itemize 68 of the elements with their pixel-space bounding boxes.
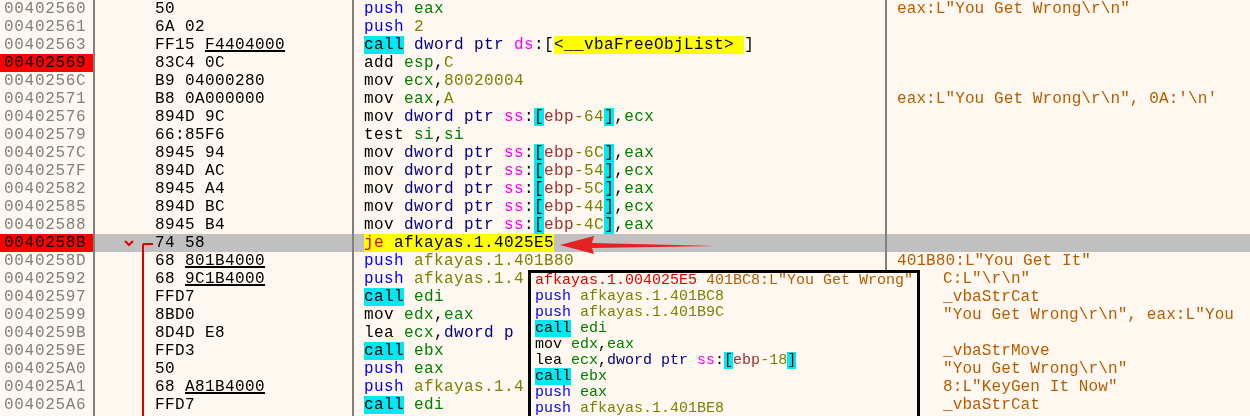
bytes-text: 894D 9C bbox=[155, 108, 225, 126]
comment-text: _vbaStrCat bbox=[943, 288, 1040, 306]
bytes-text: 50 bbox=[155, 0, 175, 18]
tooltip-header: afkayas.1.004025E5 401BC8:L"You Get Wrong" bbox=[535, 273, 914, 289]
instruction-text: push afkayas.1.4 bbox=[364, 378, 525, 396]
comment-text: 401B80:L"You Get It" bbox=[897, 252, 1092, 270]
bytes-text: 68 801B4000 bbox=[155, 252, 266, 270]
instruction-text: call dword ptr ds:[<__vbaFreeObjList> ] bbox=[364, 36, 755, 54]
instruction-text: call edi bbox=[364, 288, 445, 306]
bytes-text: B8 0A000000 bbox=[155, 90, 266, 108]
instruction-text: mov dword ptr ss:[ebp-6C],eax bbox=[364, 144, 655, 162]
instruction-text: call edi bbox=[364, 396, 445, 414]
bytes-text: 8D4D E8 bbox=[155, 324, 225, 342]
instruction-text: mov edx,eax bbox=[535, 337, 636, 353]
comment-text: 8:L"KeyGen It Now" bbox=[943, 378, 1118, 396]
bytes-text: 894D AC bbox=[155, 162, 225, 180]
comment-text: "You Get Wrong\r\n", eax:L"You bbox=[943, 306, 1235, 324]
bytes-text: 68 A81B4000 bbox=[155, 378, 266, 396]
comment-text: _vbaStrCat bbox=[943, 396, 1040, 414]
bytes-text: FFD7 bbox=[155, 396, 195, 414]
bytes-text: 8945 B4 bbox=[155, 216, 225, 234]
bytes-text: FFD7 bbox=[155, 288, 195, 306]
comment-text: _vbaStrMove bbox=[943, 342, 1050, 360]
comment-text: eax:L"You Get Wrong\r\n", 0A:'\n' bbox=[897, 90, 1218, 108]
bytes-text: 894D BC bbox=[155, 198, 225, 216]
instruction-text: mov ecx,80020004 bbox=[364, 72, 525, 90]
instruction-text: test si,si bbox=[364, 126, 465, 144]
comment-text: C:L"\r\n" bbox=[943, 270, 1031, 288]
instruction-text: push afkayas.1.401BC8 bbox=[535, 289, 726, 305]
comment-text: "You Get Wrong\r\n" bbox=[943, 360, 1128, 378]
bytes-text: B9 04000280 bbox=[155, 72, 266, 90]
instruction-text: push eax bbox=[364, 0, 445, 18]
instruction-text: call ebx bbox=[535, 369, 609, 385]
bytes-text: FFD3 bbox=[155, 342, 195, 360]
bytes-text: 68 9C1B4000 bbox=[155, 270, 266, 288]
instruction-text: mov eax,A bbox=[364, 90, 455, 108]
bytes-text: 74 58 bbox=[155, 234, 205, 252]
instruction-text: push 2 bbox=[364, 18, 425, 36]
instruction-text: mov dword ptr ss:[ebp-4C],eax bbox=[364, 216, 655, 234]
bytes-text: 8945 94 bbox=[155, 144, 225, 162]
instruction-text: call ebx bbox=[364, 342, 445, 360]
instruction-text: mov dword ptr ss:[ebp-64],ecx bbox=[364, 108, 655, 126]
instruction-text: mov dword ptr ss:[ebp-54],ecx bbox=[364, 162, 655, 180]
instruction-text: push afkayas.1.4 bbox=[364, 270, 525, 288]
instruction-text: mov dword ptr ss:[ebp-5C],eax bbox=[364, 180, 655, 198]
bytes-text: 66:85F6 bbox=[155, 126, 225, 144]
instruction-text: push afkayas.1.401B9C bbox=[535, 305, 726, 321]
instruction-text: push afkayas.1.401B80 bbox=[364, 252, 575, 270]
instruction-text: lea ecx,dword p bbox=[364, 324, 515, 342]
chevron-icon[interactable] bbox=[124, 240, 134, 247]
bytes-text: 8945 A4 bbox=[155, 180, 225, 198]
bytes-text: 50 bbox=[155, 360, 175, 378]
instruction-text: push afkayas.1.401BE8 bbox=[535, 401, 726, 416]
address-cell[interactable]: 00402569 bbox=[0, 54, 93, 72]
instruction-text: add esp,C bbox=[364, 54, 455, 72]
address-cell[interactable]: 0040258B bbox=[0, 234, 93, 252]
comment-text: eax:L"You Get Wrong\r\n" bbox=[897, 0, 1130, 18]
instruction-text: mov dword ptr ss:[ebp-44],ecx bbox=[364, 198, 655, 216]
instruction-text: call edi bbox=[535, 321, 609, 337]
instruction-text: push eax bbox=[535, 385, 609, 401]
bytes-text: 83C4 0C bbox=[155, 54, 225, 72]
bytes-text: 6A 02 bbox=[155, 18, 205, 36]
instruction-text: push eax bbox=[364, 360, 445, 378]
instruction-text: lea ecx,dword ptr ss:[ebp-18] bbox=[535, 353, 798, 369]
bytes-text: 8BD0 bbox=[155, 306, 195, 324]
instruction-text: je afkayas.1.4025E5 bbox=[364, 234, 555, 252]
instruction-text: mov edx,eax bbox=[364, 306, 475, 324]
bytes-text: FF15 F4404000 bbox=[155, 36, 286, 54]
